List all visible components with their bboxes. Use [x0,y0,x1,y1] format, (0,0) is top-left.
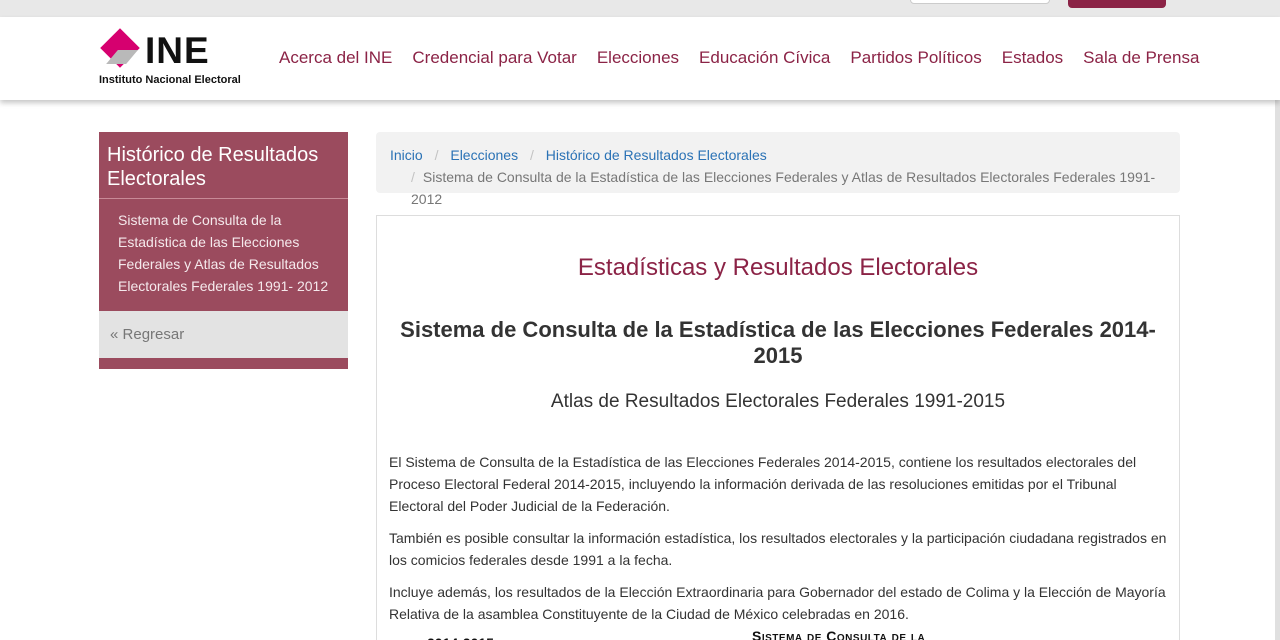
breadcrumb-historico[interactable]: Histórico de Resultados Electorales [546,147,767,163]
paragraph: También es posible consultar la informac… [389,530,1167,568]
back-link[interactable]: « Regresar [99,311,348,358]
content-body: El Sistema de Consulta de la Estadística… [377,451,1179,640]
breadcrumb-separator: / [411,169,415,185]
breadcrumb-current: / Sistema de Consulta de la Estadística d… [390,166,1166,210]
nav-estados[interactable]: Estados [1002,48,1063,68]
nav-partidos[interactable]: Partidos Políticos [850,48,981,68]
breadcrumb-separator: / [434,147,439,163]
page-heading: Estadísticas y Resultados Electorales [577,254,979,281]
sidebar-title: Histórico de Resultados Electorales [99,132,348,199]
breadcrumb-elecciones[interactable]: Elecciones [450,147,518,163]
nav-acerca[interactable]: Acerca del INE [279,48,392,68]
paragraph: El Sistema de Consulta de la Estadística… [389,454,1137,514]
sidebar: Histórico de Resultados Electorales Sist… [99,132,348,369]
nav-credencial[interactable]: Credencial para Votar [412,48,576,68]
ine-logo[interactable]: INE Instituto Nacional Electoral [99,28,259,89]
sidebar-item-sistema-consulta[interactable]: Sistema de Consulta de la Estadística de… [99,199,348,311]
main-nav: Acerca del INE Credencial para Votar Ele… [279,48,1219,68]
paragraph: Incluye además, los resultados de la Ele… [389,584,1166,622]
top-search-button[interactable] [1068,0,1166,8]
main-content: Estadísticas y Resultados Electorales Si… [376,215,1180,640]
nav-educacion[interactable]: Educación Cívica [699,48,830,68]
nav-sala-prensa[interactable]: Sala de Prensa [1083,48,1199,68]
back-label: Regresar [122,326,185,343]
sidebar-footer [99,358,348,369]
logo-subtitle: Instituto Nacional Electoral [99,74,241,86]
breadcrumb-inicio[interactable]: Inicio [390,147,423,163]
top-bar [0,0,1280,17]
top-search-input[interactable] [910,0,1050,4]
double-chevron-left-icon: « [110,326,119,343]
page-title: Sistema de Consulta de la Estadística de… [400,317,1156,368]
banner-image-caption: Sistema de Consulta de la [752,628,926,640]
breadcrumb: Inicio / Elecciones / Histórico de Resul… [376,132,1180,207]
breadcrumb-separator: / [529,147,534,163]
site-header: INE Instituto Nacional Electoral Acerca … [0,17,1280,100]
page-scrollbar[interactable] [1275,17,1280,640]
breadcrumb-current-label: Sistema de Consulta de la Estadística de… [411,169,1156,207]
year-link-2014-2015[interactable]: 2014-2015 [427,635,494,640]
page-subtitle: Atlas de Resultados Electorales Federale… [550,391,1006,412]
logo-wordmark: INE [145,30,210,71]
nav-elecciones[interactable]: Elecciones [597,48,679,68]
